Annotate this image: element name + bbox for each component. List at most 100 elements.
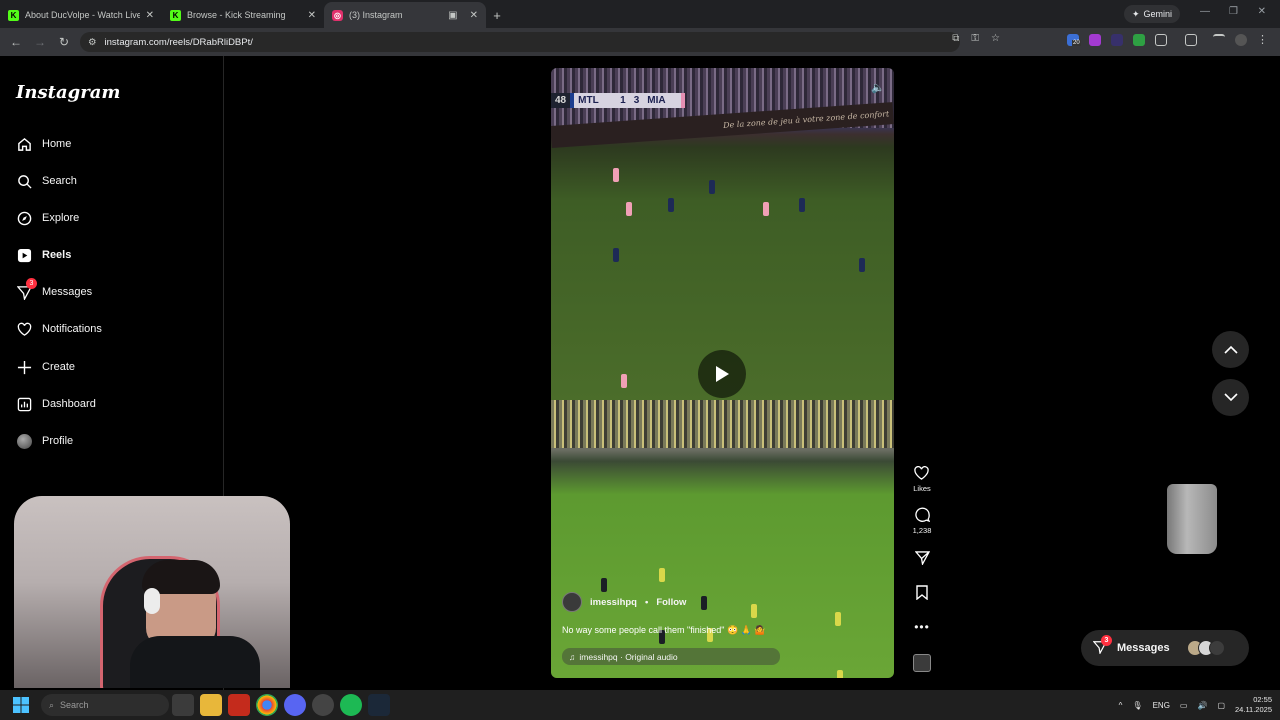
author-avatar[interactable] <box>562 592 582 612</box>
kick-favicon-icon: K <box>8 9 19 21</box>
back-icon[interactable]: ← <box>4 35 28 49</box>
sidebar-item-label: Home <box>42 138 72 150</box>
windows-start-icon[interactable] <box>10 694 32 716</box>
chrome-icon[interactable] <box>256 694 278 716</box>
sidebar-item-dashboard[interactable]: Dashboard <box>16 396 96 412</box>
heart-icon <box>16 321 32 337</box>
clock[interactable]: 02:55 24.11.2025 <box>1235 695 1272 715</box>
tab-instagram[interactable]: ◎ (3) Instagram ▣ ✕ <box>324 2 486 28</box>
tab-title: Browse - Kick Streaming <box>187 10 286 20</box>
play-button[interactable] <box>698 350 746 398</box>
password-key-icon[interactable]: ⚿ <box>971 33 979 44</box>
system-tray: ^ 🎙 ENG ▭ 🔊 ▢ 02:55 24.11.2025 <box>1119 690 1272 720</box>
address-bar[interactable]: ⚙ instagram.com/reels/DRabRliDBPt/ <box>80 32 960 52</box>
task-view-icon[interactable] <box>172 694 194 716</box>
reading-list-icon[interactable] <box>1213 33 1225 46</box>
profile-avatar[interactable] <box>1235 33 1247 46</box>
maximize-icon[interactable]: ❐ <box>1229 6 1238 17</box>
comment-button[interactable]: 1,238 <box>912 507 932 535</box>
messages-pill[interactable]: 3 Messages <box>1081 630 1249 666</box>
extension-icon[interactable]: 20 <box>1067 33 1081 46</box>
chevron-up-icon[interactable]: ^ <box>1119 701 1123 710</box>
likes-label: Likes <box>913 484 931 493</box>
author-username[interactable]: imessihpq <box>590 597 637 608</box>
site-settings-icon[interactable]: ⚙ <box>88 37 97 48</box>
sidebar-item-create[interactable]: Create <box>16 359 75 375</box>
sidebar-item-reels[interactable]: Reels <box>16 247 71 263</box>
extension-icon[interactable] <box>1111 33 1123 46</box>
minimize-icon[interactable]: — <box>1200 6 1210 17</box>
like-button[interactable]: Likes <box>913 466 931 493</box>
omnibox-actions: ⧉ ⚿ ☆ <box>952 33 1000 44</box>
reel-video[interactable]: De la zone de jeu à votre zone de confor… <box>551 68 894 678</box>
install-icon[interactable]: ⧉ <box>952 33 959 44</box>
home-score: 1 <box>616 93 630 108</box>
sidebar-item-label: Dashboard <box>42 398 96 410</box>
reel-caption[interactable]: No way some people call them "finished" … <box>562 625 766 636</box>
unread-badge: 3 <box>26 278 37 289</box>
conversation-avatars <box>1186 640 1225 656</box>
steam-icon[interactable] <box>368 694 390 716</box>
taskbar-search-placeholder: Search <box>60 700 89 710</box>
messenger-icon: 3 <box>1092 634 1112 657</box>
tab-kick-browse[interactable]: K Browse - Kick Streaming ✕ <box>162 2 324 28</box>
extension-icon[interactable] <box>1133 33 1145 46</box>
puzzle-icon[interactable] <box>1155 33 1167 46</box>
search-icon <box>16 173 32 189</box>
taskbar-search[interactable]: ⌕ Search <box>41 694 169 716</box>
audio-thumbnail[interactable] <box>913 654 931 672</box>
close-tab-icon[interactable]: ✕ <box>308 10 316 21</box>
previous-reel-button[interactable] <box>1212 331 1249 368</box>
play-icon <box>716 366 729 382</box>
plus-icon <box>16 359 32 375</box>
menu-kebab-icon[interactable]: ⋮ <box>1257 33 1268 46</box>
reels-icon <box>16 247 32 263</box>
instagram-logo[interactable]: Instagram <box>16 82 120 103</box>
sidebar-item-explore[interactable]: Explore <box>16 210 79 226</box>
player <box>709 180 715 194</box>
bookmark-star-icon[interactable]: ☆ <box>991 33 1000 44</box>
reload-icon[interactable]: ↻ <box>52 35 76 49</box>
close-tab-icon[interactable]: ✕ <box>470 10 478 21</box>
discord-icon[interactable] <box>284 694 306 716</box>
network-icon[interactable]: ▭ <box>1180 701 1188 710</box>
comments-count: 1,238 <box>912 526 932 535</box>
chevron-down-icon <box>1223 393 1238 402</box>
microphone-icon[interactable]: 🎙 <box>1132 701 1142 710</box>
tab-ducvolpe[interactable]: K About DucVolpe - Watch Live o ✕ <box>0 2 162 28</box>
player <box>613 248 619 262</box>
follow-button[interactable]: Follow <box>656 597 686 608</box>
next-reel-button[interactable] <box>1212 379 1249 416</box>
player <box>835 612 841 626</box>
volume-icon[interactable]: 🔈 <box>869 78 887 96</box>
tab-media-icon[interactable]: ▣ <box>448 10 457 21</box>
spotify-icon[interactable] <box>340 694 362 716</box>
new-tab-button[interactable]: + <box>486 2 508 28</box>
app-icon[interactable] <box>312 694 334 716</box>
volume-icon[interactable]: 🔊 <box>1197 701 1207 710</box>
avatar <box>1208 640 1225 656</box>
battery-icon[interactable]: ▢ <box>1217 701 1225 710</box>
reel-author: imessihpq • Follow <box>562 592 686 612</box>
more-options-icon[interactable]: ••• <box>914 620 930 634</box>
close-window-icon[interactable]: ✕ <box>1258 6 1266 17</box>
sidebar-item-home[interactable]: Home <box>16 136 71 152</box>
extension-icon[interactable] <box>1089 33 1101 46</box>
share-button[interactable] <box>914 551 930 565</box>
sidebar-item-search[interactable]: Search <box>16 173 77 189</box>
close-tab-icon[interactable]: ✕ <box>146 10 154 21</box>
sidepanel-icon[interactable] <box>1185 33 1197 46</box>
file-explorer-icon[interactable] <box>200 694 222 716</box>
app-icon[interactable] <box>228 694 250 716</box>
player <box>621 374 627 388</box>
sidebar-item-profile[interactable]: Profile <box>16 433 73 449</box>
sidebar-item-messages[interactable]: 3 Messages <box>16 278 92 300</box>
save-button[interactable] <box>916 585 928 600</box>
language-indicator[interactable]: ENG <box>1153 701 1170 710</box>
player <box>799 198 805 212</box>
reel-audio[interactable]: ♫ imessihpq · Original audio <box>562 648 780 665</box>
gemini-button[interactable]: ✦ Gemini <box>1123 5 1180 23</box>
sidebar-item-notifications[interactable]: Notifications <box>16 321 102 337</box>
forward-icon[interactable]: → <box>28 35 52 49</box>
chevron-up-icon <box>1223 345 1238 354</box>
